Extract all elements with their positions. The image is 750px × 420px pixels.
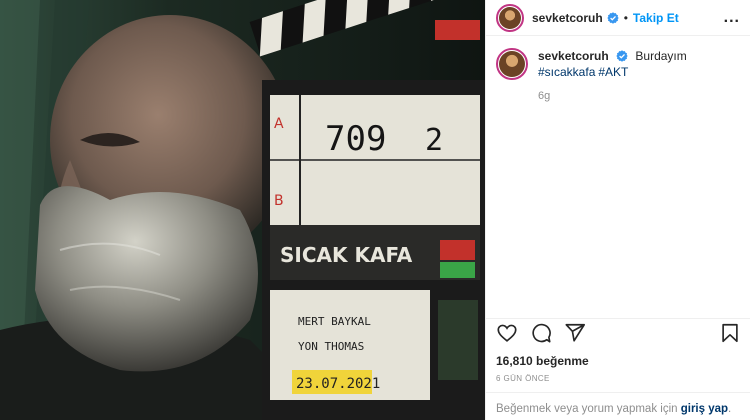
clapper-title: SICAK KAFA: [280, 243, 413, 267]
hashtag-link[interactable]: #AKT: [598, 65, 628, 79]
likes-count[interactable]: 16,810 beğenme: [496, 354, 589, 368]
post-header: sevketcoruh • Takip Et ...: [486, 0, 750, 36]
login-prompt-text: Beğenmek veya yorum yapmak için: [496, 403, 681, 415]
clapper-scene-b: B: [274, 193, 284, 209]
action-bar: [486, 318, 750, 346]
clapper-director: MERT BAYKAL: [298, 315, 371, 328]
comment-icon[interactable]: [530, 322, 552, 344]
post-image[interactable]: A B 709 2 SICAK KAFA MERT BAYKAL YON THO…: [0, 0, 485, 420]
avatar[interactable]: [496, 3, 524, 32]
heart-icon[interactable]: [496, 322, 518, 344]
clapper-slate: 2: [425, 123, 443, 158]
hashtag-link[interactable]: #sıcakkafa: [538, 65, 595, 79]
clapper-scene-a: A: [274, 116, 284, 132]
login-link[interactable]: giriş yap: [681, 403, 728, 415]
post-date: 6 GÜN ÖNCE: [496, 374, 550, 383]
verified-badge-icon: [607, 11, 619, 24]
caption-username[interactable]: sevketcoruh: [538, 49, 609, 63]
clapper-roll: 709: [325, 119, 386, 159]
caption-body: sevketcoruh Burdayım #sıcakkafa #AKT 6g: [538, 48, 687, 318]
clapper-date: 23.07.2021: [296, 376, 380, 392]
more-options-button[interactable]: ...: [724, 9, 740, 26]
verified-badge-icon: [616, 50, 628, 62]
bookmark-icon[interactable]: [719, 322, 741, 344]
login-prompt: Beğenmek veya yorum yapmak için giriş ya…: [486, 392, 750, 420]
caption-avatar[interactable]: [496, 48, 528, 80]
login-prompt-suffix: .: [728, 403, 732, 415]
caption-age: 6g: [538, 90, 551, 102]
header-username[interactable]: sevketcoruh: [532, 11, 603, 25]
caption: sevketcoruh Burdayım #sıcakkafa #AKT 6g: [486, 36, 750, 318]
hashtag-list: #sıcakkafa #AKT: [538, 64, 687, 80]
clapper-dop: YON THOMAS: [298, 340, 364, 353]
share-icon[interactable]: [564, 322, 586, 344]
beard-shape: [35, 186, 258, 372]
post-photo-illustration: A B 709 2 SICAK KAFA MERT BAYKAL YON THO…: [0, 0, 485, 420]
separator-dot: •: [623, 10, 628, 25]
follow-button[interactable]: Takip Et: [633, 11, 679, 25]
caption-text: Burdayım: [635, 49, 687, 63]
post-panel: sevketcoruh • Takip Et ... sevketcoruh B…: [485, 0, 750, 420]
